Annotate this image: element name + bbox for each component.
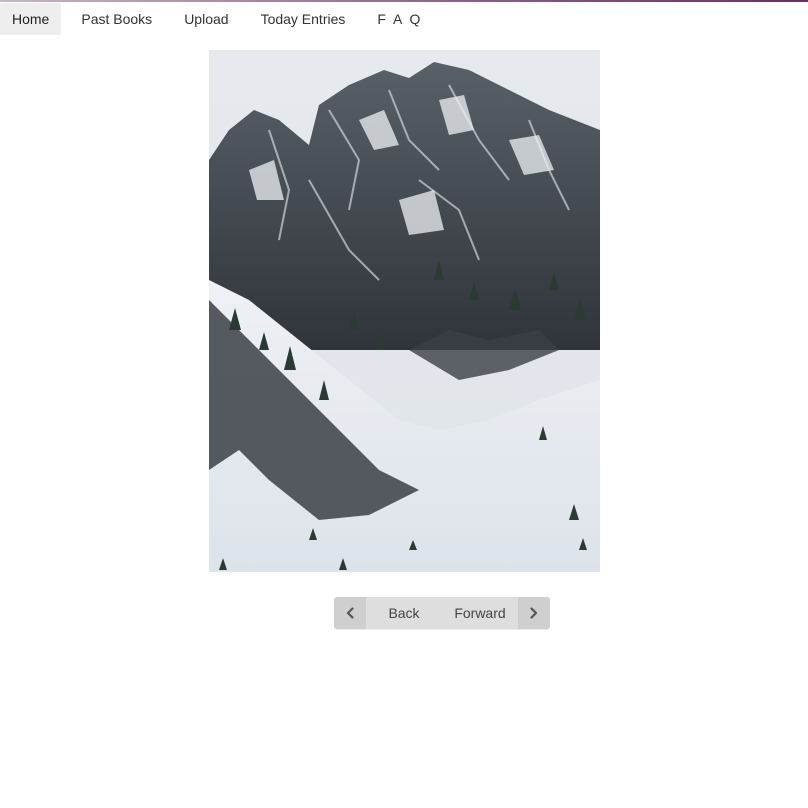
nav-upload[interactable]: Upload: [172, 3, 240, 35]
page-navigation: Back Forward: [334, 597, 550, 629]
nav-today-entries[interactable]: Today Entries: [249, 3, 358, 35]
main-nav: Home Past Books Upload Today Entries F A…: [0, 2, 442, 36]
forward-button[interactable]: Forward: [442, 605, 518, 621]
back-button[interactable]: Back: [366, 605, 442, 621]
chevron-right-icon[interactable]: [518, 597, 550, 629]
book-page-photo: [209, 50, 600, 572]
nav-past-books[interactable]: Past Books: [69, 3, 164, 35]
nav-home[interactable]: Home: [0, 3, 62, 35]
chevron-left-icon[interactable]: [334, 597, 366, 629]
nav-faq[interactable]: F A Q: [365, 3, 434, 35]
